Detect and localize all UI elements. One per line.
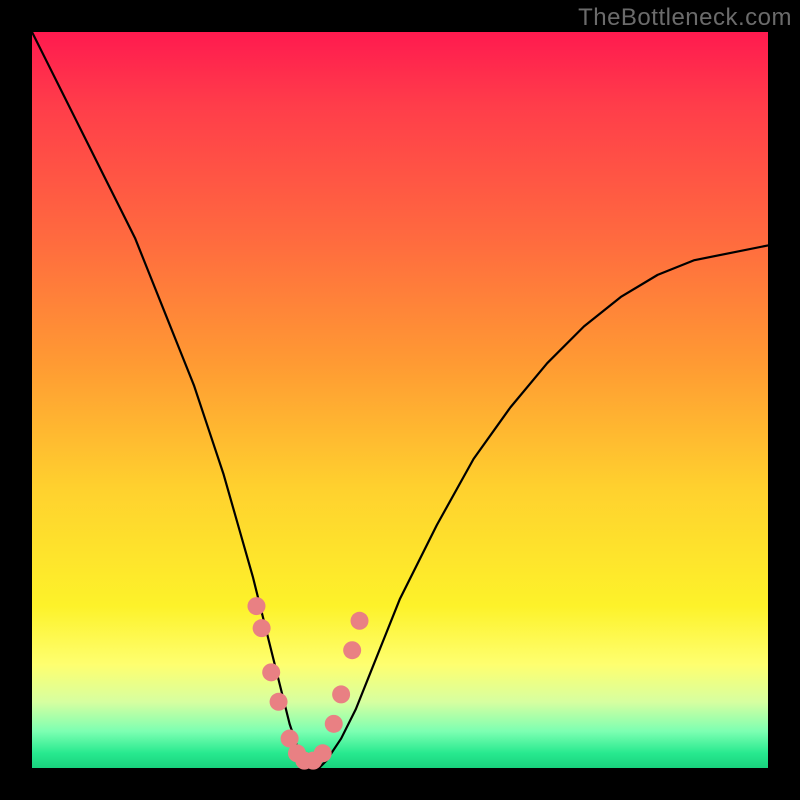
- highlight-marker: [332, 685, 350, 703]
- chart-frame: TheBottleneck.com: [0, 0, 800, 800]
- highlight-marker: [262, 663, 280, 681]
- attribution-label: TheBottleneck.com: [578, 4, 792, 32]
- highlight-markers: [247, 597, 368, 770]
- highlight-marker: [247, 597, 265, 615]
- bottleneck-curve: [32, 32, 768, 768]
- highlight-marker: [351, 612, 369, 630]
- highlight-marker: [343, 641, 361, 659]
- highlight-marker: [314, 744, 332, 762]
- highlight-marker: [270, 693, 288, 711]
- curve-layer: [32, 32, 768, 768]
- highlight-marker: [253, 619, 271, 637]
- highlight-marker: [325, 715, 343, 733]
- plot-area: [32, 32, 768, 768]
